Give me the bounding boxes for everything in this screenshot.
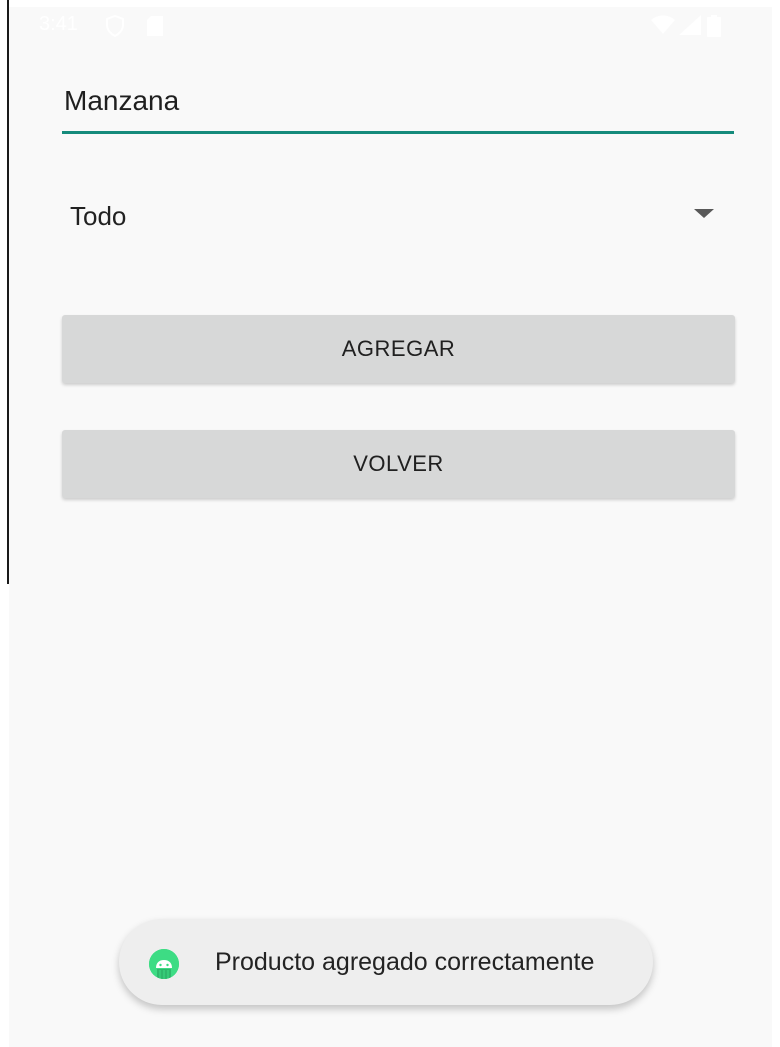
- product-name-value: Manzana: [64, 85, 180, 116]
- sd-card-icon: [146, 15, 164, 42]
- category-selected-value: Todo: [70, 201, 127, 231]
- signal-icon: [679, 15, 701, 40]
- wifi-icon: [651, 15, 675, 40]
- dropdown-arrow-icon: [694, 209, 714, 218]
- category-dropdown[interactable]: Todo: [62, 182, 734, 244]
- status-time: 3:41: [39, 13, 78, 35]
- add-button[interactable]: AGREGAR: [62, 315, 735, 383]
- toast-message: Producto agregado correctamente: [215, 948, 595, 976]
- status-bar: 3:41: [9, 7, 772, 41]
- app-screen: 3:41 Manzana Todo AGREGAR VOLVER Product…: [9, 7, 772, 1047]
- product-name-input[interactable]: Manzana: [62, 69, 734, 134]
- toast-notification: Producto agregado correctamente: [119, 919, 653, 1005]
- battery-icon: [707, 15, 721, 42]
- back-button[interactable]: VOLVER: [62, 430, 735, 498]
- shield-icon: [105, 14, 125, 42]
- android-icon: [149, 949, 179, 979]
